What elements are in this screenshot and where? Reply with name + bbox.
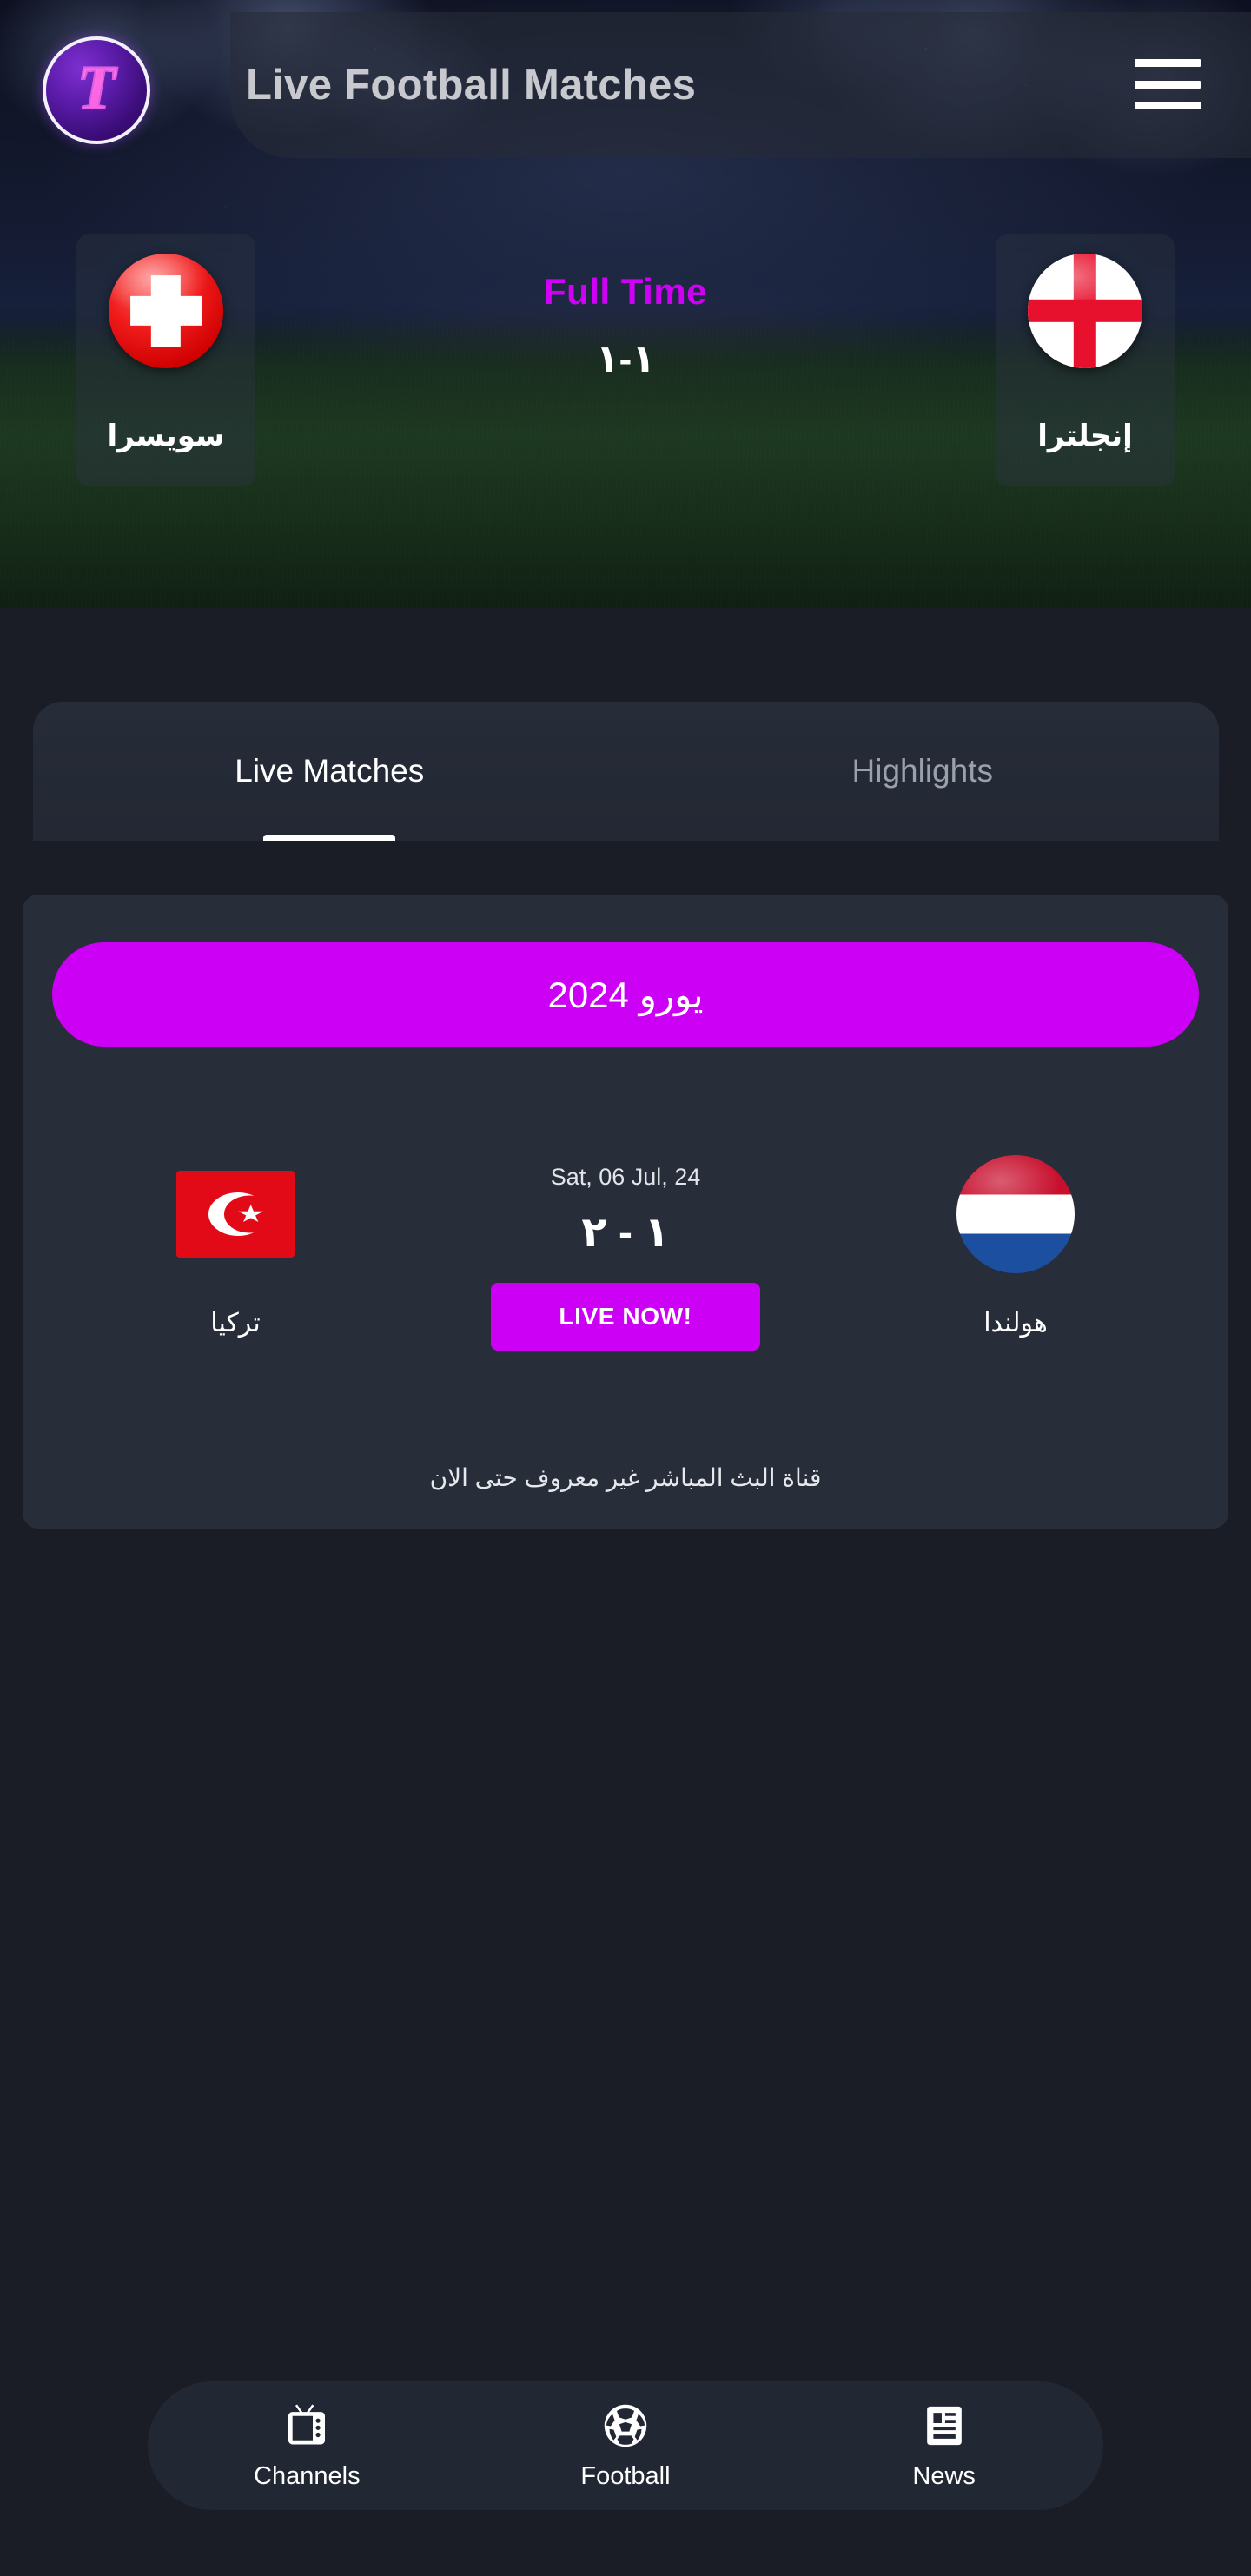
match-home-team: تركيا <box>118 1155 353 1338</box>
hamburger-menu-icon[interactable] <box>1135 59 1201 109</box>
hero-away-team-name: إنجلترا <box>1037 419 1133 452</box>
tab-bar: Live Matches Highlights <box>33 702 1219 841</box>
newspaper-icon <box>917 2401 971 2450</box>
nav-item-news-label: News <box>912 2461 976 2490</box>
app-root: T Live Football Matches سويسرا Full Time… <box>0 0 1251 2576</box>
crescent-shape <box>208 1192 268 1236</box>
england-flag-icon <box>1028 254 1142 368</box>
hero-match-status: Full Time <box>543 271 708 312</box>
nav-item-football-label: Football <box>580 2461 671 2490</box>
match-date: Sat, 06 Jul, 24 <box>550 1164 701 1190</box>
netherlands-flag-icon <box>956 1155 1075 1273</box>
match-row: تركيا Sat, 06 Jul, 24 ١ - ٢ LIVE NOW! هو… <box>23 1155 1228 1351</box>
match-center-info: Sat, 06 Jul, 24 ١ - ٢ LIVE NOW! <box>482 1155 769 1351</box>
app-logo[interactable]: T <box>43 36 150 144</box>
hero-match-score: ١-١ <box>595 338 656 380</box>
nav-item-football[interactable]: Football <box>547 2401 704 2491</box>
hero-featured-match[interactable]: سويسرا Full Time ١-١ إنجلترا <box>0 234 1251 495</box>
hero-home-team: سويسرا <box>76 234 255 486</box>
flag-gloss <box>1028 254 1142 368</box>
nav-item-news[interactable]: News <box>866 2401 1023 2491</box>
switzerland-flag-icon <box>109 254 223 368</box>
live-now-button[interactable]: LIVE NOW! <box>491 1283 760 1351</box>
match-away-team-name: هولندا <box>983 1309 1048 1338</box>
tab-highlights[interactable]: Highlights <box>626 702 1220 841</box>
menu-bar-3 <box>1135 102 1201 109</box>
bottom-navigation-bar: Channels Football News <box>148 2381 1103 2510</box>
match-card[interactable]: يورو 2024 تركيا Sat, 06 Jul, 24 ١ - ٢ LI… <box>23 895 1228 1529</box>
nav-item-channels[interactable]: Channels <box>228 2401 385 2491</box>
app-header: T Live Football Matches <box>0 0 1251 170</box>
tv-icon <box>280 2401 334 2450</box>
match-home-team-name: تركيا <box>210 1309 261 1338</box>
league-name: يورو 2024 <box>547 974 704 1015</box>
hero-match-center: Full Time ١-١ <box>255 234 996 381</box>
nav-item-channels-label: Channels <box>254 2461 361 2490</box>
broadcast-channel-note: قناة البث المباشر غير معروف حتى الان <box>429 1464 822 1491</box>
soccer-ball-icon <box>599 2401 652 2450</box>
flag-gloss <box>956 1155 1075 1273</box>
tab-live-matches-label: Live Matches <box>235 753 425 789</box>
hero-away-team: إنجلترا <box>996 234 1175 486</box>
hero-home-team-name: سويسرا <box>107 419 225 452</box>
tab-live-matches[interactable]: Live Matches <box>33 702 626 841</box>
tab-highlights-label: Highlights <box>851 753 993 789</box>
menu-bar-1 <box>1135 59 1201 67</box>
page-title: Live Football Matches <box>246 62 697 109</box>
flag-gloss <box>109 254 223 368</box>
hero-banner: T Live Football Matches سويسرا Full Time… <box>0 0 1251 608</box>
turkey-flag-icon <box>176 1171 295 1258</box>
match-away-team: هولندا <box>898 1155 1133 1338</box>
menu-bar-2 <box>1135 80 1201 89</box>
match-score: ١ - ٢ <box>581 1210 670 1256</box>
league-banner[interactable]: يورو 2024 <box>52 942 1199 1047</box>
logo-letter: T <box>76 53 116 122</box>
